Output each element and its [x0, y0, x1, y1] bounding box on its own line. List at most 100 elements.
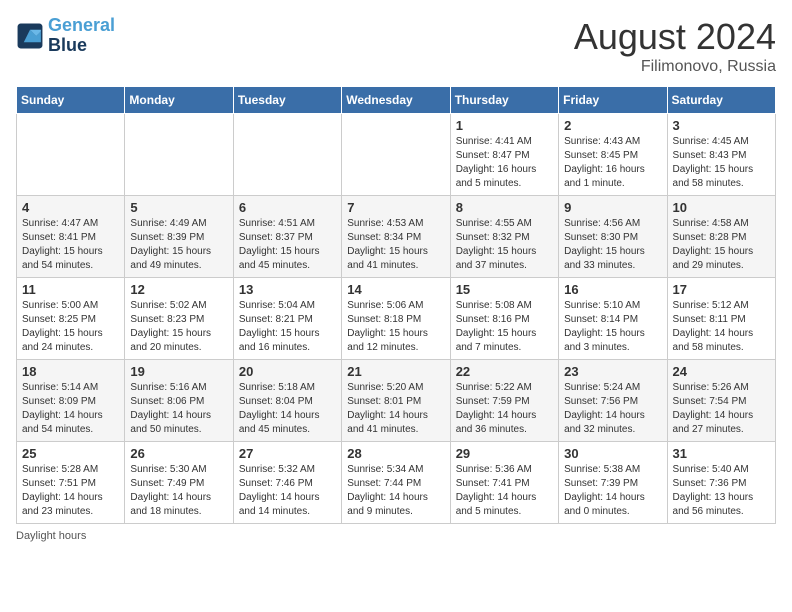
day-number: 13 — [239, 282, 336, 297]
day-info: Sunrise: 4:58 AM Sunset: 8:28 PM Dayligh… — [673, 217, 770, 273]
day-cell: 14Sunrise: 5:06 AM Sunset: 8:18 PM Dayli… — [342, 278, 450, 360]
day-cell: 16 Sunrise: 5:10 AM Sunset: 8:14 PM Dayli… — [559, 278, 667, 360]
weekday-header-row: SundayMondayTuesdayWednesdayThursdayFrid… — [17, 87, 776, 114]
day-info: Sunrise: 5:20 AM Sunset: 8:01 PM Dayligh… — [347, 381, 444, 437]
day-cell: 2 Sunrise: 4:43 AM Sunset: 8:45 PM Daylig… — [559, 114, 667, 196]
weekday-header-monday: Monday — [125, 87, 233, 114]
day-info: Sunrise: 5:30 AM Sunset: 7:49 PM Dayligh… — [130, 463, 227, 519]
day-cell: 30Sunrise: 5:38 AM Sunset: 7:39 PM Dayli… — [559, 442, 667, 524]
day-info: Sunrise: 5:08 AM Sunset: 8:16 PM Dayligh… — [456, 299, 553, 355]
day-number: 5 — [130, 200, 227, 215]
day-info: Sunrise: 5:40 AM Sunset: 7:36 PM Dayligh… — [673, 463, 770, 519]
day-cell: 23Sunrise: 5:24 AM Sunset: 7:56 PM Dayli… — [559, 360, 667, 442]
footer-note: Daylight hours — [16, 530, 776, 542]
day-number: 1 — [456, 118, 553, 133]
day-cell: 9 Sunrise: 4:56 AM Sunset: 8:30 PM Daylig… — [559, 196, 667, 278]
day-number: 27 — [239, 446, 336, 461]
day-cell: 7Sunrise: 4:53 AM Sunset: 8:34 PM Daylig… — [342, 196, 450, 278]
day-cell: 15 Sunrise: 5:08 AM Sunset: 8:16 PM Dayli… — [450, 278, 558, 360]
day-cell: 22Sunrise: 5:22 AM Sunset: 7:59 PM Dayli… — [450, 360, 558, 442]
day-number: 17 — [673, 282, 770, 297]
calendar-table: SundayMondayTuesdayWednesdayThursdayFrid… — [16, 86, 776, 524]
day-number: 20 — [239, 364, 336, 379]
day-info: Sunrise: 5:18 AM Sunset: 8:04 PM Dayligh… — [239, 381, 336, 437]
day-cell: 8Sunrise: 4:55 AM Sunset: 8:32 PM Daylig… — [450, 196, 558, 278]
week-row-4: 18Sunrise: 5:14 AM Sunset: 8:09 PM Dayli… — [17, 360, 776, 442]
location-title: Filimonovo, Russia — [574, 58, 776, 76]
day-cell: 6 Sunrise: 4:51 AM Sunset: 8:37 PM Daylig… — [233, 196, 341, 278]
day-cell: 31 Sunrise: 5:40 AM Sunset: 7:36 PM Dayli… — [667, 442, 775, 524]
day-info: Sunrise: 4:49 AM Sunset: 8:39 PM Dayligh… — [130, 217, 227, 273]
weekday-header-sunday: Sunday — [17, 87, 125, 114]
day-info: Sunrise: 4:45 AM Sunset: 8:43 PM Dayligh… — [673, 135, 770, 191]
day-number: 24 — [673, 364, 770, 379]
day-number: 15 — [456, 282, 553, 297]
day-number: 14 — [347, 282, 444, 297]
logo-icon — [16, 22, 44, 50]
day-number: 10 — [673, 200, 770, 215]
day-info: Sunrise: 5:04 AM Sunset: 8:21 PM Dayligh… — [239, 299, 336, 355]
weekday-header-tuesday: Tuesday — [233, 87, 341, 114]
day-info: Sunrise: 4:56 AM Sunset: 8:30 PM Dayligh… — [564, 217, 661, 273]
day-cell: 28 Sunrise: 5:34 AM Sunset: 7:44 PM Dayli… — [342, 442, 450, 524]
weekday-header-thursday: Thursday — [450, 87, 558, 114]
day-info: Sunrise: 5:32 AM Sunset: 7:46 PM Dayligh… — [239, 463, 336, 519]
weekday-header-saturday: Saturday — [667, 87, 775, 114]
day-cell: 5 Sunrise: 4:49 AM Sunset: 8:39 PM Daylig… — [125, 196, 233, 278]
day-number: 11 — [22, 282, 119, 297]
day-cell: 29Sunrise: 5:36 AM Sunset: 7:41 PM Dayli… — [450, 442, 558, 524]
day-cell — [17, 114, 125, 196]
day-number: 31 — [673, 446, 770, 461]
day-number: 2 — [564, 118, 661, 133]
day-number: 19 — [130, 364, 227, 379]
day-cell: 20 Sunrise: 5:18 AM Sunset: 8:04 PM Dayli… — [233, 360, 341, 442]
day-info: Sunrise: 4:41 AM Sunset: 8:47 PM Dayligh… — [456, 135, 553, 191]
day-cell: 4 Sunrise: 4:47 AM Sunset: 8:41 PM Daylig… — [17, 196, 125, 278]
day-number: 21 — [347, 364, 444, 379]
day-number: 26 — [130, 446, 227, 461]
day-info: Sunrise: 5:28 AM Sunset: 7:51 PM Dayligh… — [22, 463, 119, 519]
day-number: 29 — [456, 446, 553, 461]
month-title: August 2024 — [574, 16, 776, 58]
page-header: GeneralBlue August 2024 Filimonovo, Russ… — [16, 16, 776, 76]
day-cell: 26 Sunrise: 5:30 AM Sunset: 7:49 PM Dayli… — [125, 442, 233, 524]
day-number: 4 — [22, 200, 119, 215]
logo: GeneralBlue — [16, 16, 115, 56]
day-cell: 13 Sunrise: 5:04 AM Sunset: 8:21 PM Dayli… — [233, 278, 341, 360]
day-info: Sunrise: 5:16 AM Sunset: 8:06 PM Dayligh… — [130, 381, 227, 437]
day-info: Sunrise: 4:47 AM Sunset: 8:41 PM Dayligh… — [22, 217, 119, 273]
day-number: 25 — [22, 446, 119, 461]
day-number: 6 — [239, 200, 336, 215]
day-info: Sunrise: 4:53 AM Sunset: 8:34 PM Dayligh… — [347, 217, 444, 273]
day-number: 3 — [673, 118, 770, 133]
day-cell: 10 Sunrise: 4:58 AM Sunset: 8:28 PM Dayli… — [667, 196, 775, 278]
day-number: 12 — [130, 282, 227, 297]
day-cell — [342, 114, 450, 196]
day-cell: 17Sunrise: 5:12 AM Sunset: 8:11 PM Dayli… — [667, 278, 775, 360]
day-number: 30 — [564, 446, 661, 461]
week-row-1: 1 Sunrise: 4:41 AM Sunset: 8:47 PM Daylig… — [17, 114, 776, 196]
title-block: August 2024 Filimonovo, Russia — [574, 16, 776, 76]
day-cell: 3 Sunrise: 4:45 AM Sunset: 8:43 PM Daylig… — [667, 114, 775, 196]
day-info: Sunrise: 5:00 AM Sunset: 8:25 PM Dayligh… — [22, 299, 119, 355]
day-cell — [233, 114, 341, 196]
day-cell: 18Sunrise: 5:14 AM Sunset: 8:09 PM Dayli… — [17, 360, 125, 442]
day-number: 28 — [347, 446, 444, 461]
day-info: Sunrise: 4:51 AM Sunset: 8:37 PM Dayligh… — [239, 217, 336, 273]
day-number: 8 — [456, 200, 553, 215]
day-cell: 25 Sunrise: 5:28 AM Sunset: 7:51 PM Dayli… — [17, 442, 125, 524]
day-info: Sunrise: 4:43 AM Sunset: 8:45 PM Dayligh… — [564, 135, 661, 191]
week-row-3: 11 Sunrise: 5:00 AM Sunset: 8:25 PM Dayli… — [17, 278, 776, 360]
day-number: 16 — [564, 282, 661, 297]
day-info: Sunrise: 5:10 AM Sunset: 8:14 PM Dayligh… — [564, 299, 661, 355]
day-cell: 24 Sunrise: 5:26 AM Sunset: 7:54 PM Dayli… — [667, 360, 775, 442]
week-row-5: 25 Sunrise: 5:28 AM Sunset: 7:51 PM Dayli… — [17, 442, 776, 524]
weekday-header-wednesday: Wednesday — [342, 87, 450, 114]
day-info: Sunrise: 5:26 AM Sunset: 7:54 PM Dayligh… — [673, 381, 770, 437]
day-cell: 11 Sunrise: 5:00 AM Sunset: 8:25 PM Dayli… — [17, 278, 125, 360]
day-info: Sunrise: 5:34 AM Sunset: 7:44 PM Dayligh… — [347, 463, 444, 519]
day-number: 18 — [22, 364, 119, 379]
day-info: Sunrise: 5:22 AM Sunset: 7:59 PM Dayligh… — [456, 381, 553, 437]
day-cell: 27 Sunrise: 5:32 AM Sunset: 7:46 PM Dayli… — [233, 442, 341, 524]
day-number: 9 — [564, 200, 661, 215]
